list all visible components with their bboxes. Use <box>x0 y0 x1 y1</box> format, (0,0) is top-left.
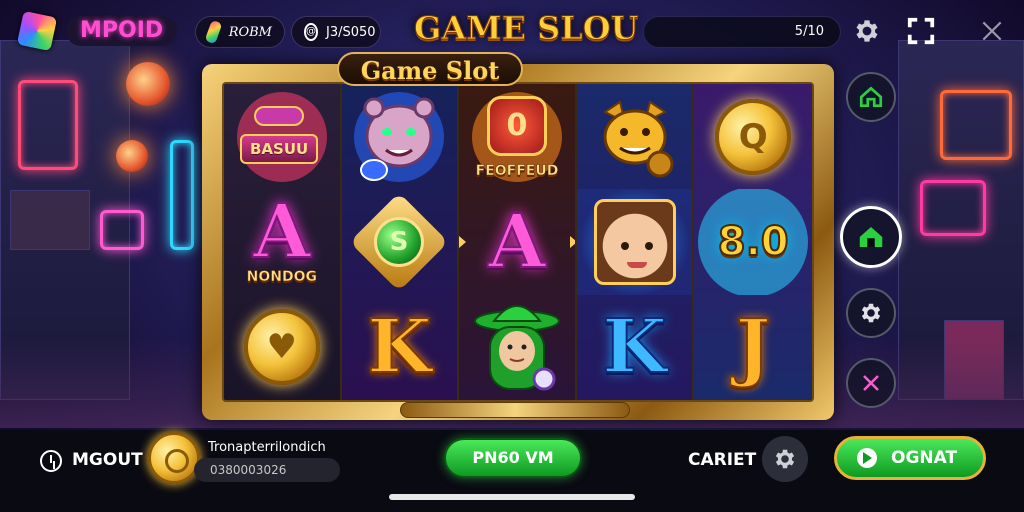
home-indicator[interactable] <box>389 494 635 500</box>
close-button[interactable] <box>975 14 1009 48</box>
arrow-right-icon <box>569 235 575 248</box>
reel-area: BASUU A NONDOG ♥ S K 0 FEOFFEUD A K Q 8.… <box>222 82 814 402</box>
neon-sign-right <box>940 90 1012 160</box>
timeout-label[interactable]: MGOUT <box>72 450 143 470</box>
symbol-cell: ♥ <box>224 295 340 400</box>
at-icon: @ <box>304 23 318 41</box>
bottom-bar: MGOUT Tronapterrilondich 0380003026 PN60… <box>0 430 1024 512</box>
balance-title: Tronapterrilondich <box>208 440 326 455</box>
reel-1: BASUU A NONDOG ♥ <box>224 84 342 400</box>
account-pill[interactable]: @ J3/S050 <box>291 16 381 48</box>
symbol-cell: K <box>577 295 693 400</box>
reel-4: K <box>576 84 695 400</box>
symbol-cell <box>459 295 575 400</box>
neon-sign-small <box>100 210 144 250</box>
fullscreen-icon <box>907 17 935 45</box>
tiger-icon <box>360 97 435 181</box>
symbol-letter: J <box>735 304 772 391</box>
lantern-left <box>126 62 170 106</box>
bet-settings-button[interactable] <box>762 436 808 482</box>
game-title: GAME SLOU <box>414 9 640 48</box>
gold-coin-icon: Q <box>715 98 792 175</box>
home-icon <box>859 86 883 108</box>
poster-left <box>10 190 90 250</box>
symbol-caption: FEOFFEUD <box>475 163 559 180</box>
symbol-letter: K <box>601 304 667 391</box>
frame-title-plate: Game Slot <box>230 52 630 92</box>
go-label: OGNAT <box>891 448 958 468</box>
close-icon <box>982 21 1002 41</box>
gear-icon <box>856 20 878 42</box>
side-home-active-button[interactable] <box>840 206 902 268</box>
arrow-left-icon <box>459 235 467 248</box>
progress-text: 5/10 <box>794 24 824 39</box>
neon-sign-left <box>18 80 78 170</box>
neon-sign-right-small <box>920 180 986 236</box>
mask-icon <box>254 106 304 126</box>
symbol-cell: Q <box>694 84 812 189</box>
side-home-button[interactable] <box>846 72 896 122</box>
neon-sign-blue <box>170 140 194 250</box>
gear-icon <box>775 449 795 469</box>
balance-field: 0380003026 <box>194 458 340 482</box>
symbol-cell <box>577 84 693 189</box>
home-active-icon <box>859 227 883 247</box>
progress-pill: 5/10 <box>643 16 841 48</box>
account-label: J3/S050 <box>326 24 376 40</box>
emerald-icon: S <box>349 192 449 292</box>
side-settings-button[interactable] <box>846 288 896 338</box>
play-icon <box>857 448 877 468</box>
symbol-cell: 0 FEOFFEUD <box>459 84 575 189</box>
symbol-badge: BASUU <box>240 134 319 164</box>
golden-dog-icon <box>602 100 674 178</box>
symbol-letter: A <box>252 189 311 275</box>
mouth <box>626 261 647 268</box>
reel-frame: BASUU A NONDOG ♥ S K 0 FEOFFEUD A K Q 8.… <box>202 64 834 420</box>
eye-right <box>644 241 653 250</box>
green-hat-character-icon <box>473 305 560 391</box>
wallet-pill[interactable]: ROBM <box>195 16 285 48</box>
symbol-cell: A NONDOG <box>224 189 340 294</box>
bet-label[interactable]: CARIET <box>688 450 756 470</box>
symbol-cell <box>576 189 693 295</box>
symbol-value: 8.0 <box>717 218 790 266</box>
symbol-cell: S <box>342 189 458 294</box>
reel-2: S K <box>341 84 460 400</box>
symbol-letter: A <box>487 198 546 285</box>
symbol-cell: A <box>459 189 575 294</box>
go-button[interactable]: OGNAT <box>834 436 986 480</box>
spin-button[interactable]: PN60 VM <box>444 438 582 478</box>
logo-text: MPOID <box>66 16 178 46</box>
side-close-button[interactable] <box>846 358 896 408</box>
symbol-letter: K <box>366 304 432 391</box>
symbol-caption: NONDOG <box>246 268 317 285</box>
clock-icon <box>40 450 62 472</box>
girl-portrait-icon <box>593 198 676 285</box>
gear-icon <box>861 303 881 323</box>
reel-3: 0 FEOFFEUD A <box>459 84 577 400</box>
fullscreen-button[interactable] <box>904 14 938 48</box>
reel-5: Q 8.0 J <box>694 84 812 400</box>
symbol-cell: K <box>342 295 458 400</box>
coin-icon <box>148 432 200 484</box>
eye-left <box>620 241 629 250</box>
logo: MPOID <box>16 10 178 52</box>
fire-badge-icon: 0 <box>486 95 547 156</box>
coin-letter: Q <box>738 116 768 157</box>
frame-title: Game Slot <box>336 52 524 86</box>
close-icon <box>863 375 879 391</box>
symbol-cell: J <box>694 295 812 400</box>
logo-cube-icon <box>16 10 58 52</box>
frame-bottom-plate <box>400 402 630 418</box>
symbol-cell: 8.0 <box>694 189 812 295</box>
reels: BASUU A NONDOG ♥ S K 0 FEOFFEUD A K Q 8.… <box>224 84 812 400</box>
symbol-cell: BASUU <box>224 84 340 189</box>
heart-coin-icon: ♥ <box>243 309 320 386</box>
wallet-label: ROBM <box>228 24 272 40</box>
settings-button[interactable] <box>850 14 884 48</box>
lantern-left-small <box>116 140 148 172</box>
symbol-cell <box>342 84 458 189</box>
gem-icon <box>204 19 223 45</box>
